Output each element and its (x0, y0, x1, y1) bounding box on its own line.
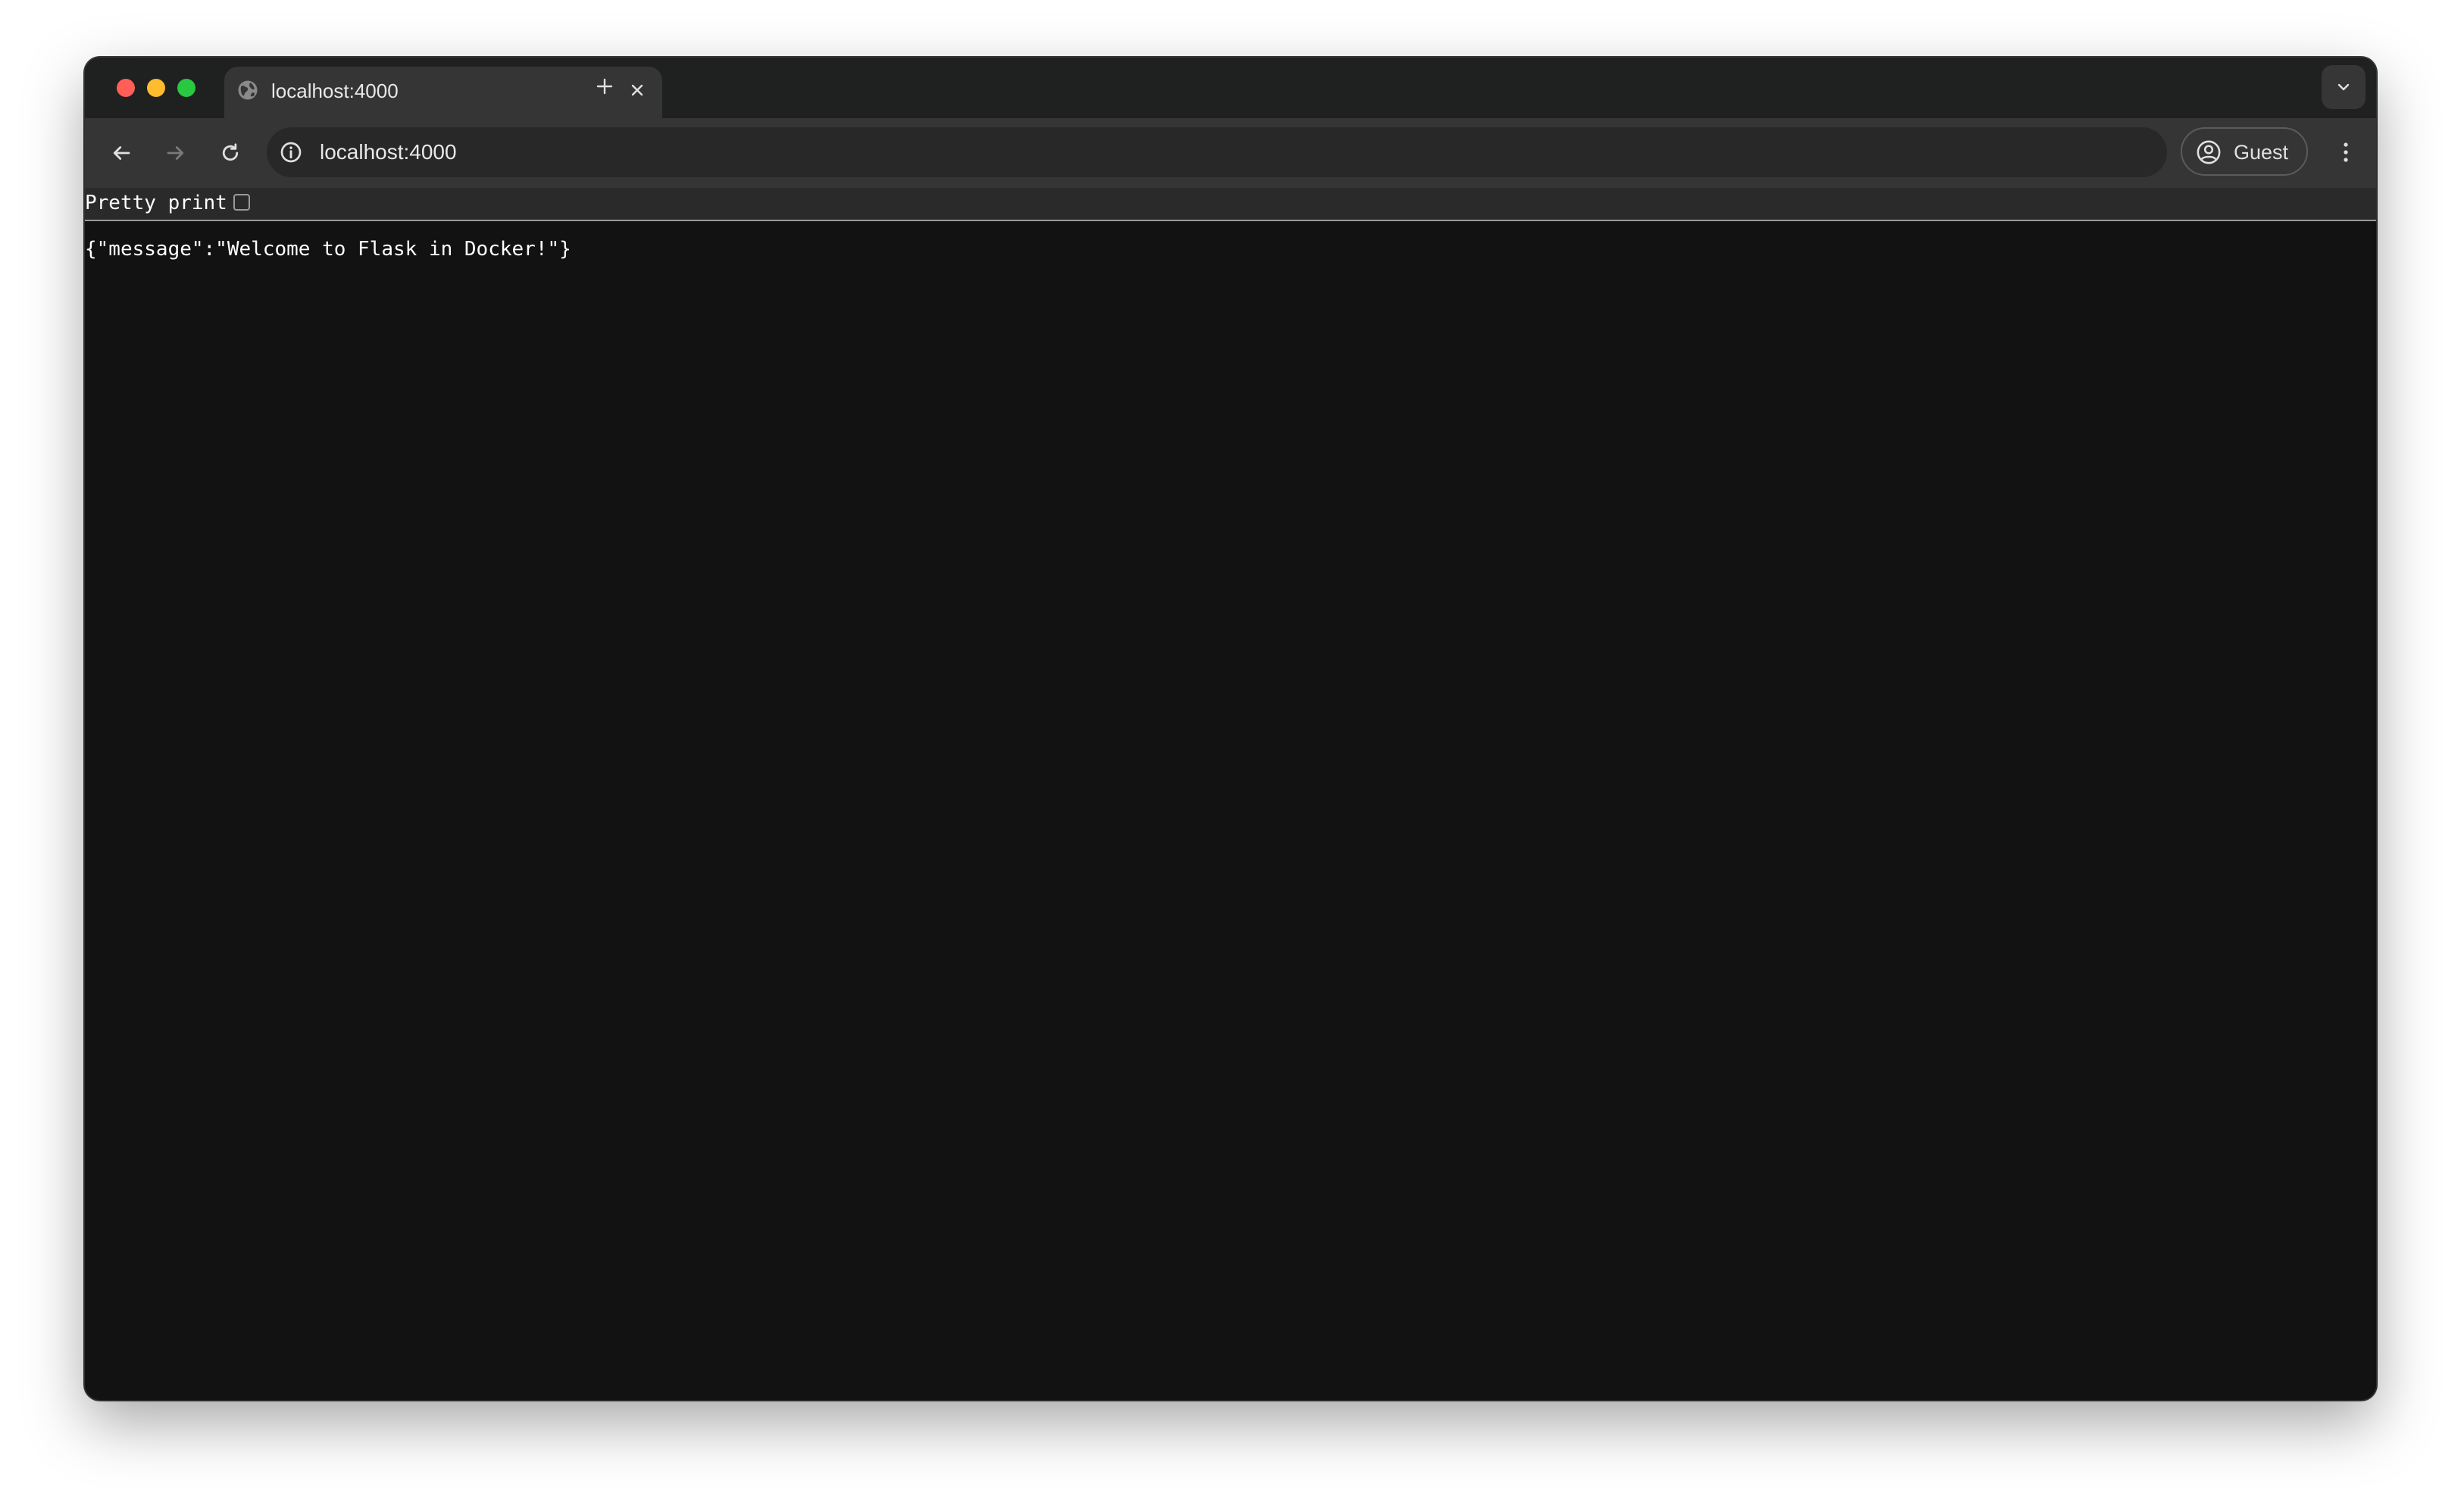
reload-icon (222, 143, 239, 161)
json-response-text: {"message":"Welcome to Flask in Docker!"… (85, 238, 571, 261)
forward-arrow-icon (167, 146, 184, 160)
globe-icon (238, 80, 258, 100)
pretty-print-checkbox[interactable] (233, 194, 250, 211)
forward-button[interactable] (158, 135, 194, 171)
close-window-button[interactable] (117, 79, 135, 97)
maximize-window-button[interactable] (177, 79, 195, 97)
address-bar[interactable]: localhost:4000 (267, 127, 2167, 177)
account-circle-icon (2197, 140, 2221, 164)
profile-label: Guest (2234, 141, 2289, 164)
kebab-menu-icon (2344, 142, 2348, 162)
new-tab-button[interactable] (589, 71, 620, 102)
tab-title: localhost:4000 (271, 80, 399, 102)
back-arrow-icon (113, 146, 130, 160)
browser-menu-button[interactable] (2328, 133, 2364, 171)
browser-window: localhost:4000 localhost:4000 Guest Pret… (85, 58, 2376, 1400)
close-tab-button[interactable] (624, 77, 650, 103)
back-button[interactable] (103, 135, 139, 171)
close-icon (631, 84, 643, 96)
tab-strip: localhost:4000 (85, 58, 2376, 118)
pretty-print-label: Pretty print (85, 192, 227, 214)
pretty-print-bar: Pretty print (85, 188, 2376, 221)
profile-button[interactable]: Guest (2181, 127, 2308, 176)
page-content: {"message":"Welcome to Flask in Docker!"… (85, 221, 2376, 1400)
chevron-down-icon (2337, 83, 2350, 91)
info-icon[interactable] (279, 140, 303, 164)
reload-button[interactable] (212, 135, 249, 171)
plus-icon (596, 78, 613, 95)
url-text: localhost:4000 (320, 140, 457, 164)
tab-search-button[interactable] (2322, 65, 2366, 109)
browser-toolbar: localhost:4000 Guest (85, 118, 2376, 188)
minimize-window-button[interactable] (147, 79, 165, 97)
